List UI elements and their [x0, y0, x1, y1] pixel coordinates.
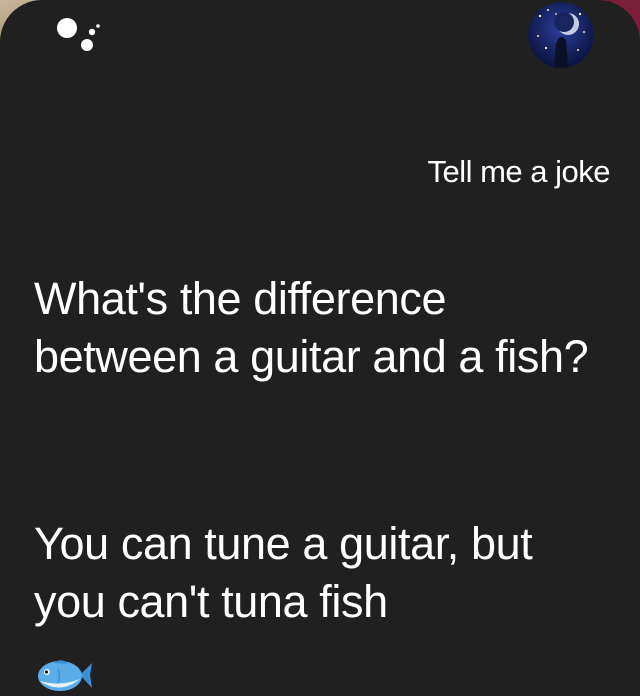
fish-emoji-icon [38, 660, 92, 691]
google-assistant-icon[interactable] [54, 14, 104, 54]
response-punchline: You can tune a guitar, but you can't tun… [34, 518, 533, 627]
assistant-sheet: Tell me a joke What's the difference bet… [0, 0, 640, 696]
response-question: What's the difference between a guitar a… [34, 273, 589, 382]
user-avatar[interactable] [528, 2, 594, 68]
user-avatar-icon [528, 2, 594, 68]
user-query-bubble: Tell me a joke [427, 154, 610, 189]
